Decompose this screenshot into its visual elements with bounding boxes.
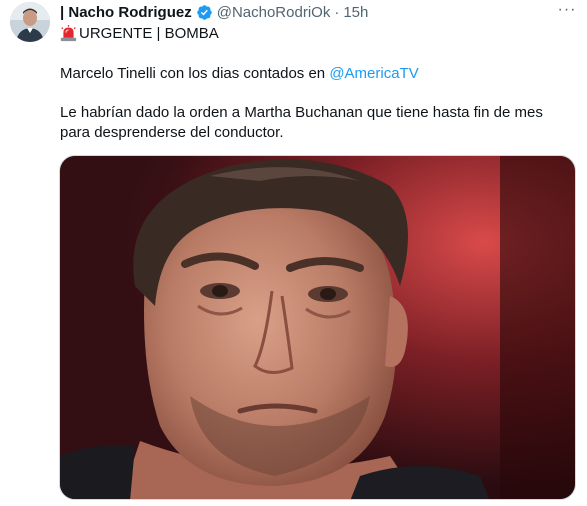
headline-text: URGENTE | BOMBA (79, 24, 219, 42)
tweet-paragraph-2: Le habrían dado la orden a Martha Buchan… (60, 104, 543, 141)
author-name[interactable]: | Nacho Rodriguez (60, 4, 192, 21)
more-horizontal-icon: ··· (557, 1, 577, 18)
tweet-photo[interactable] (59, 155, 576, 500)
tweet-timestamp[interactable]: 15h (343, 4, 368, 21)
author-avatar[interactable] (10, 2, 50, 42)
verified-badge-icon (196, 4, 212, 20)
header-separator: · (334, 3, 340, 21)
author-handle[interactable]: @NachoRodriOk (217, 4, 331, 21)
tweet-headline: URGENTE | BOMBA (60, 22, 219, 44)
tweet-header: | Nacho Rodriguez @NachoRodriOk · 15h (60, 2, 577, 22)
photo-media (60, 156, 575, 499)
mention-link[interactable]: @AmericaTV (329, 65, 418, 82)
siren-emoji-icon (60, 24, 77, 41)
more-options-button[interactable]: ··· (555, 0, 579, 20)
paragraph-1-text: Marcelo Tinelli con los dias contados en (60, 65, 330, 82)
avatar-image (10, 2, 50, 42)
tweet-paragraph-1: Marcelo Tinelli con los dias contados en… (60, 64, 419, 84)
